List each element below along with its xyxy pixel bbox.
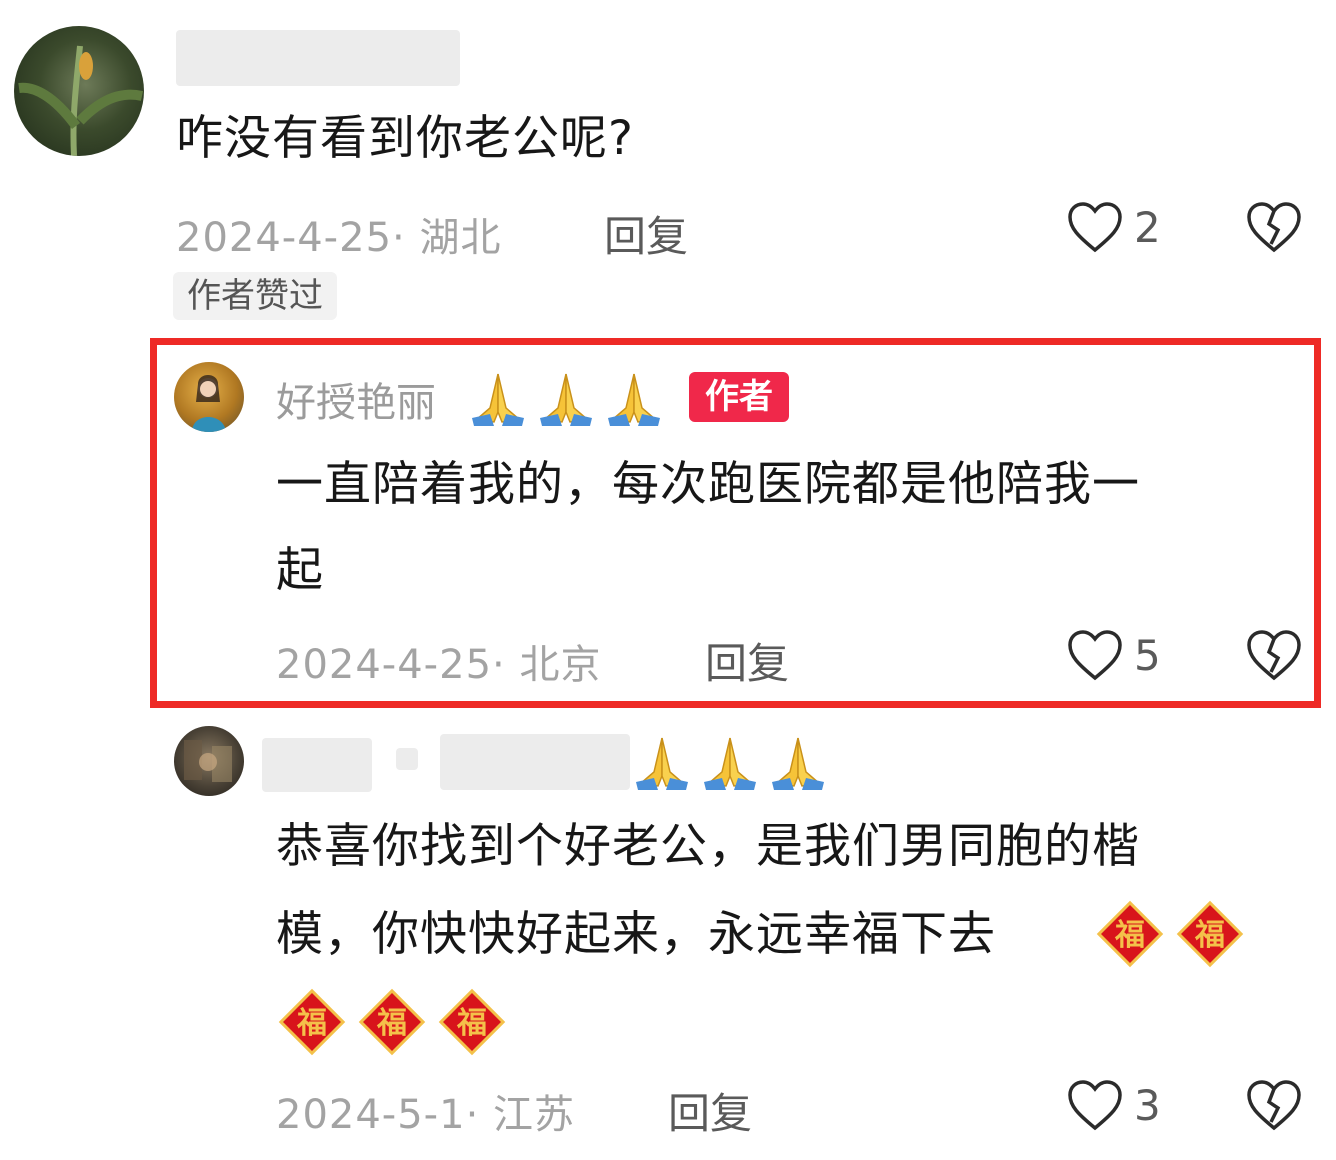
fu-emojis: 福 福 福 — [276, 986, 508, 1058]
pray-emojis — [468, 368, 664, 426]
heart-icon — [1068, 630, 1122, 681]
plant-avatar-image — [18, 45, 144, 156]
comment-text-line: 一直陪着我的，每次跑医院都是他陪我一 — [276, 457, 1140, 512]
folded-hands-emoji — [608, 373, 660, 426]
like-count: 3 — [1134, 1080, 1161, 1130]
folded-hands-emoji — [704, 737, 756, 790]
like-button[interactable]: 5 — [1066, 628, 1161, 682]
man-avatar-image — [184, 740, 232, 782]
svg-text:福: 福 — [376, 1006, 407, 1041]
avatar[interactable] — [174, 362, 244, 432]
reply-button[interactable]: 回复 — [604, 203, 688, 264]
comment-text-line: 模，你快快好起来，永远幸福下去 — [276, 907, 996, 962]
heart-icon — [1068, 202, 1122, 253]
like-button[interactable]: 2 — [1066, 200, 1161, 254]
svg-text:福: 福 — [1114, 918, 1145, 953]
comment-meta: 2024-4-25· 湖北 — [176, 215, 502, 261]
broken-heart-icon[interactable] — [1245, 1078, 1303, 1132]
folded-hands-emoji — [636, 737, 688, 790]
blurred-username — [440, 734, 630, 790]
pray-emojis — [632, 732, 828, 790]
broken-heart-icon[interactable] — [1245, 200, 1303, 254]
comment-meta: 2024-5-1· 江苏 — [276, 1092, 575, 1138]
blurred-username — [176, 30, 460, 86]
svg-text:福: 福 — [456, 1006, 487, 1041]
nickname[interactable]: 好授艳丽 — [276, 370, 436, 428]
like-count: 2 — [1134, 202, 1161, 252]
fu-emojis: 福 福 — [1094, 898, 1246, 970]
folded-hands-emoji — [472, 373, 524, 426]
woman-avatar-image — [192, 375, 226, 432]
blurred-username — [262, 738, 372, 792]
author-badge: 作者 — [689, 372, 789, 422]
fu-emoji: 福 — [1176, 900, 1244, 968]
broken-heart-icon[interactable] — [1245, 628, 1303, 682]
fu-emoji: 福 — [358, 988, 426, 1056]
heart-icon — [1068, 1080, 1122, 1131]
like-count: 5 — [1134, 630, 1161, 680]
fu-emoji: 福 — [438, 988, 506, 1056]
avatar[interactable] — [174, 726, 244, 796]
comment-section: 咋没有看到你老公呢? 2024-4-25· 湖北 回复 2 作者赞过 好授艳丽 — [0, 0, 1336, 1160]
avatar[interactable] — [14, 26, 144, 156]
reply-button[interactable]: 回复 — [705, 630, 789, 691]
blurred-username — [396, 748, 418, 770]
fu-emoji: 福 — [1096, 900, 1164, 968]
folded-hands-emoji — [772, 737, 824, 790]
svg-text:福: 福 — [296, 1006, 327, 1041]
comment-text-line: 恭喜你找到个好老公，是我们男同胞的楷 — [276, 819, 1140, 874]
reply-button[interactable]: 回复 — [668, 1080, 752, 1141]
author-liked-badge: 作者赞过 — [173, 272, 337, 320]
comment-text-line: 起 — [276, 543, 324, 598]
fu-emoji: 福 — [278, 988, 346, 1056]
folded-hands-emoji — [540, 373, 592, 426]
comment-meta: 2024-4-25· 北京 — [276, 642, 602, 688]
like-button[interactable]: 3 — [1066, 1078, 1161, 1132]
comment-text: 咋没有看到你老公呢? — [176, 111, 634, 166]
svg-text:福: 福 — [1194, 918, 1225, 953]
